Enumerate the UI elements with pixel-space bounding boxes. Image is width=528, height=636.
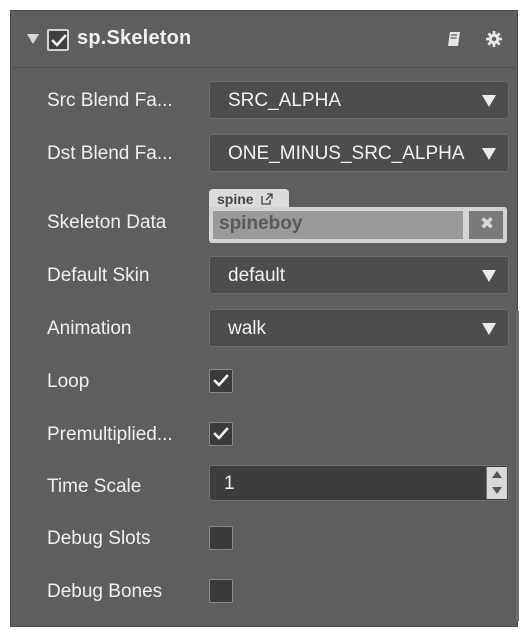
premultiplied-checkbox[interactable] xyxy=(209,422,233,446)
skeleton-data-label: Skeleton Data xyxy=(47,212,167,233)
src-blend-label: Src Blend Fa... xyxy=(47,90,173,111)
dst-blend-value: ONE_MINUS_SRC_ALPHA xyxy=(228,143,465,164)
default-skin-value: default xyxy=(228,265,286,286)
animation-value: walk xyxy=(228,318,267,339)
checkmark-icon xyxy=(213,427,229,440)
default-skin-label: Default Skin xyxy=(47,265,150,286)
checkmark-icon xyxy=(213,374,229,387)
dropdown-arrow-icon xyxy=(482,148,496,160)
asset-value-box[interactable]: spineboy xyxy=(213,211,463,239)
debug-bones-checkbox[interactable] xyxy=(209,579,233,603)
loop-label: Loop xyxy=(47,371,90,392)
src-blend-value: SRC_ALPHA xyxy=(228,90,341,111)
dst-blend-select[interactable]: ONE_MINUS_SRC_ALPHA xyxy=(209,134,509,172)
dropdown-arrow-icon xyxy=(482,95,496,107)
dropdown-arrow-icon xyxy=(482,323,496,335)
book-icon[interactable] xyxy=(447,31,461,47)
time-scale-value: 1 xyxy=(224,473,235,494)
spinner-up-icon[interactable] xyxy=(492,471,502,478)
asset-type-label: spine xyxy=(217,191,254,207)
loop-checkbox[interactable] xyxy=(209,369,233,393)
spinner-down-icon[interactable] xyxy=(492,487,502,494)
component-enabled-checkbox[interactable] xyxy=(47,29,69,51)
component-title: sp.Skeleton xyxy=(77,27,192,49)
fold-triangle-icon[interactable] xyxy=(27,34,39,44)
debug-bones-label: Debug Bones xyxy=(47,581,163,602)
debug-slots-checkbox[interactable] xyxy=(209,526,233,550)
skeleton-data-value: spineboy xyxy=(219,213,303,234)
scrollbar[interactable] xyxy=(516,311,519,621)
external-link-icon[interactable] xyxy=(261,193,273,205)
number-spinner[interactable] xyxy=(486,467,507,499)
time-scale-input[interactable]: 1 xyxy=(209,465,509,501)
gear-icon[interactable] xyxy=(485,30,503,48)
dst-blend-label: Dst Blend Fa... xyxy=(47,143,173,164)
src-blend-select[interactable]: SRC_ALPHA xyxy=(209,81,509,119)
dropdown-arrow-icon xyxy=(482,270,496,282)
default-skin-select[interactable]: default xyxy=(209,256,509,294)
animation-label: Animation xyxy=(47,318,132,339)
close-icon: ✖ xyxy=(480,214,495,233)
debug-slots-label: Debug Slots xyxy=(47,528,151,549)
time-scale-label: Time Scale xyxy=(47,476,142,497)
clear-asset-button[interactable]: ✖ xyxy=(469,211,503,239)
skeleton-data-asset-field[interactable]: spineboy ✖ xyxy=(209,207,507,243)
premultiplied-label: Premultiplied... xyxy=(47,424,173,445)
inspector-panel: sp.Skeleton Src Blend Fa... SRC_ALPHA Ds… xyxy=(10,10,519,627)
checkmark-icon xyxy=(51,34,67,47)
component-header: sp.Skeleton xyxy=(11,11,517,68)
animation-select[interactable]: walk xyxy=(209,309,509,347)
